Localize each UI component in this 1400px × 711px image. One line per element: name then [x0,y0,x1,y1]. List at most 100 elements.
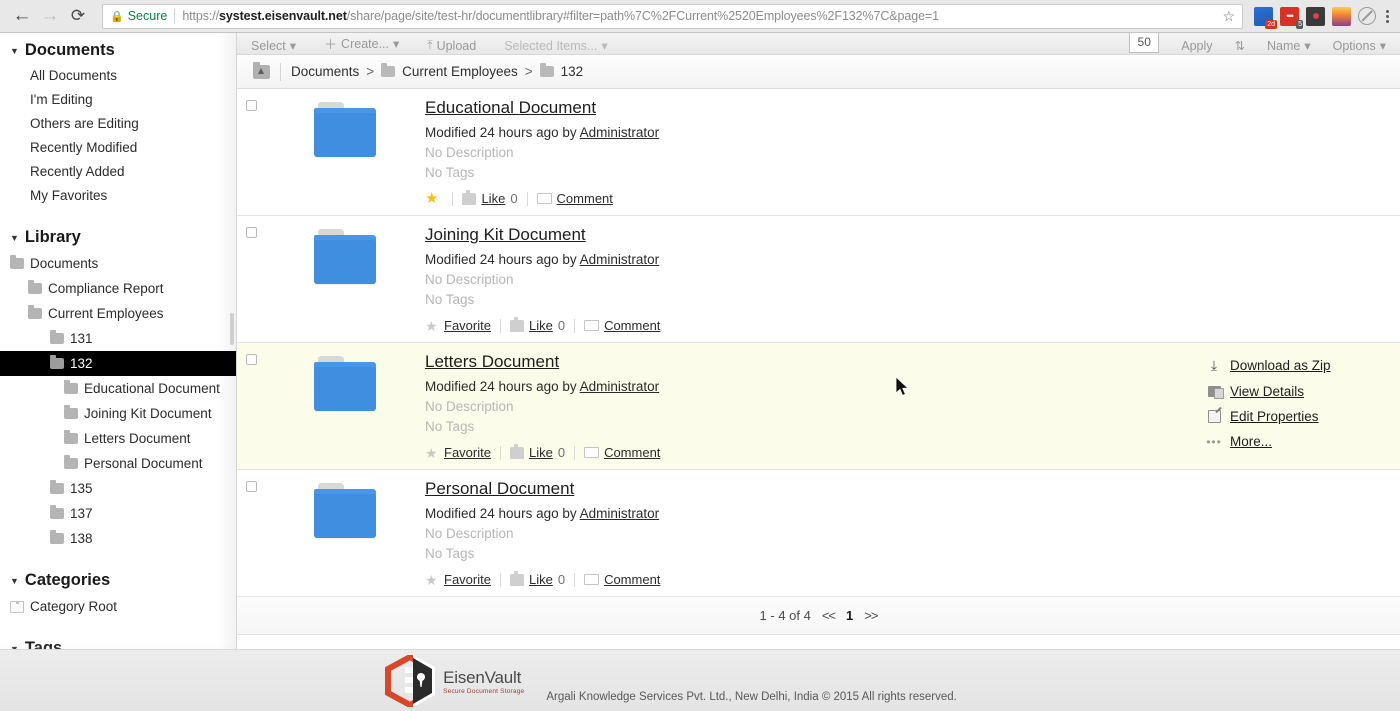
breadcrumb-item-documents[interactable]: Documents [291,64,359,79]
row-checkbox[interactable] [246,354,257,365]
row-checkbox[interactable] [246,481,257,492]
row-thumbnail[interactable] [265,97,425,206]
like-action[interactable]: Like 0 [510,445,565,460]
tree-item-joining-kit-document[interactable]: Joining Kit Document [0,401,236,426]
pagination-prev[interactable]: << [822,608,835,623]
sidebar-section-categories[interactable]: ▼ Categories [0,565,236,594]
back-arrow-icon[interactable]: ← [8,2,36,30]
sidebar-item-recently-modified[interactable]: Recently Modified [0,136,236,160]
bookmark-star-icon[interactable]: ☆ [1216,8,1235,25]
document-title-link[interactable]: Personal Document [425,478,574,500]
folder-icon [314,492,376,538]
star-filled-icon: ★ [425,192,438,206]
extension-block-icon[interactable] [1358,7,1376,25]
edit-properties-action[interactable]: Edit Properties [1206,409,1386,424]
selected-items-dropdown[interactable]: Selected Items...▾ [504,38,607,53]
tree-item-132[interactable]: 132 [0,351,236,376]
comment-action[interactable]: Comment [584,572,660,587]
tree-item-137[interactable]: 137 [0,501,236,526]
comment-action[interactable]: Comment [584,445,660,460]
modified-text: Modified 24 hours ago by [425,125,580,140]
author-link[interactable]: Administrator [580,379,660,394]
tree-item-documents[interactable]: Documents [0,251,236,276]
like-action[interactable]: Like 0 [510,318,565,333]
address-bar[interactable]: 🔒 Secure https://systest.eisenvault.net/… [102,4,1243,29]
document-title-link[interactable]: Joining Kit Document [425,224,586,246]
document-title-link[interactable]: Educational Document [425,97,596,119]
table-row[interactable]: Joining Kit Document Modified 24 hours a… [237,216,1400,343]
tree-item-label: Personal Document [84,454,203,474]
star-outline-icon: ★ [425,319,439,333]
sidebar-section-documents[interactable]: ▼ Documents [0,35,236,64]
tree-item-category-root[interactable]: Category Root [0,594,236,619]
document-title-link[interactable]: Letters Document [425,351,559,373]
tree-item-135[interactable]: 135 [0,476,236,501]
sort-dropdown[interactable]: Name▾ [1267,38,1311,53]
pagination-current-page[interactable]: 1 [846,608,853,623]
table-row[interactable]: Educational Document Modified 24 hours a… [237,89,1400,216]
sort-icon[interactable]: ⇅ [1235,38,1245,53]
folder-up-icon[interactable] [253,65,270,79]
row-thumbnail[interactable] [265,224,425,333]
extension-gradient-icon[interactable] [1332,7,1351,26]
comment-action[interactable]: Comment [537,191,613,206]
pagination-next[interactable]: >> [864,608,877,623]
like-action[interactable]: Like 0 [510,572,565,587]
page-size-input[interactable]: 50 [1129,33,1159,53]
reload-icon[interactable]: ⟳ [64,2,92,30]
select-dropdown[interactable]: Select▾ [251,38,296,53]
favorite-label: Favorite [444,318,491,333]
breadcrumb-item-132[interactable]: 132 [561,64,584,79]
create-dropdown[interactable]: ＋ Create...▾ [324,34,399,53]
document-description: No Description [425,272,1370,287]
download-as-zip-action[interactable]: ⤓ Download as Zip [1206,357,1386,374]
sidebar-item-my-favorites[interactable]: My Favorites [0,184,236,208]
tree-item-compliance-report[interactable]: Compliance Report [0,276,236,301]
extension-red-icon[interactable]: ••• 5 [1280,7,1299,26]
like-action[interactable]: Like 0 [462,191,517,206]
tree-item-educational-document[interactable]: Educational Document [0,376,236,401]
forward-arrow-icon[interactable]: → [36,2,64,30]
tree-item-letters-document[interactable]: Letters Document [0,426,236,451]
breadcrumb-item-current-employees[interactable]: Current Employees [402,64,518,79]
kebab-menu-icon[interactable] [1383,10,1392,23]
favorite-action[interactable]: ★ Favorite [425,445,491,460]
row-thumbnail[interactable] [265,351,425,460]
tree-item-138[interactable]: 138 [0,526,236,551]
extension-red-badge: 5 [1296,20,1303,29]
favorite-action[interactable]: ★ [425,192,443,206]
sidebar-item-recently-added[interactable]: Recently Added [0,160,236,184]
author-link[interactable]: Administrator [580,252,660,267]
sidebar-scrollbar[interactable] [230,313,234,345]
comment-action[interactable]: Comment [584,318,660,333]
comment-label: Comment [604,572,660,587]
apply-button[interactable]: Apply [1181,39,1212,53]
tree-item-131[interactable]: 131 [0,326,236,351]
row-checkbox[interactable] [246,227,257,238]
tree-item-personal-document[interactable]: Personal Document [0,451,236,476]
sidebar-item-others-are-editing[interactable]: Others are Editing [0,112,236,136]
row-action-panel: ⤓ Download as Zip View Details Edit Prop… [1206,357,1386,449]
modified-text: Modified 24 hours ago by [425,379,580,394]
author-link[interactable]: Administrator [580,125,660,140]
tree-item-current-employees[interactable]: Current Employees [0,301,236,326]
options-label: Options [1333,39,1376,53]
author-link[interactable]: Administrator [580,506,660,521]
sidebar-item-im-editing[interactable]: I'm Editing [0,88,236,112]
favorite-action[interactable]: ★ Favorite [425,572,491,587]
sidebar-item-all-documents[interactable]: All Documents [0,64,236,88]
options-dropdown[interactable]: Options▾ [1333,38,1386,53]
upload-icon: ⤒ [427,38,432,53]
extension-recorder-icon[interactable] [1306,7,1325,26]
upload-button[interactable]: ⤒ Upload [427,38,476,53]
row-thumbnail[interactable] [265,478,425,587]
sidebar-section-library[interactable]: ▼ Library [0,222,236,251]
extension-blue-icon[interactable]: 2d [1254,7,1273,26]
favorite-action[interactable]: ★ Favorite [425,318,491,333]
table-row[interactable]: Personal Document Modified 24 hours ago … [237,470,1400,597]
table-row[interactable]: Letters Document Modified 24 hours ago b… [237,343,1400,470]
row-checkbox[interactable] [246,100,257,111]
tree-item-label: 132 [70,354,93,374]
more-action[interactable]: ••• More... [1206,434,1386,449]
view-details-action[interactable]: View Details [1206,384,1386,399]
